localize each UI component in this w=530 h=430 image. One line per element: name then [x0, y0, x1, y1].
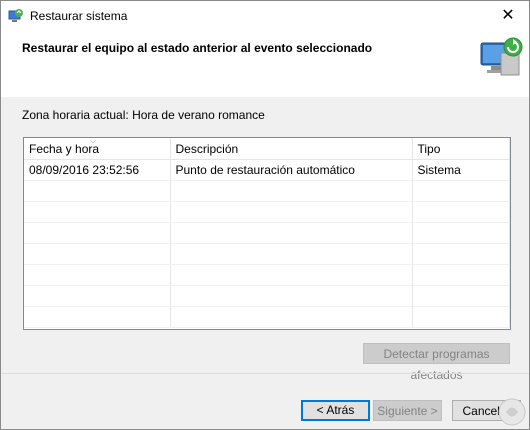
- empty-row: [24, 243, 510, 265]
- next-button[interactable]: Siguiente >: [373, 400, 442, 421]
- sort-arrow-icon: ⌵: [90, 136, 97, 145]
- column-header-description[interactable]: Descripción: [170, 138, 413, 160]
- computer-restore-icon: [480, 37, 523, 76]
- scan-affected-programs-button[interactable]: Detectar programas afectados: [363, 343, 510, 382]
- empty-row: [24, 201, 510, 223]
- close-button[interactable]: ✕: [493, 3, 523, 29]
- column-header-date[interactable]: ⌵ Fecha y hora: [24, 136, 171, 160]
- back-button[interactable]: < Atrás: [301, 400, 370, 421]
- window-title: Restaurar sistema: [30, 9, 128, 23]
- empty-row: [24, 222, 510, 244]
- timezone-label: Zona horaria actual: Hora de verano roma…: [22, 108, 265, 122]
- empty-row: [24, 306, 510, 328]
- empty-row: [24, 180, 510, 202]
- page-heading: Restaurar el equipo al estado anterior a…: [22, 41, 373, 55]
- column-header-type[interactable]: Tipo: [412, 138, 510, 160]
- empty-row: [24, 264, 510, 286]
- title-bar[interactable]: Restaurar sistema ✕: [1, 1, 529, 31]
- system-restore-icon: [8, 9, 23, 22]
- header-panel: Restaurar el equipo al estado anterior a…: [1, 31, 529, 97]
- cell-type: Sistema: [412, 159, 510, 181]
- footer-divider: [1, 373, 529, 374]
- empty-row: [24, 285, 510, 307]
- restore-points-list[interactable]: ⌵ Fecha y hora Descripción Tipo 08/09/20…: [23, 136, 511, 330]
- table-row[interactable]: 08/09/2016 23:52:56 Punto de restauració…: [24, 159, 510, 181]
- dialog-window: Restaurar sistema ✕ Restaurar el equipo …: [0, 0, 530, 430]
- cell-date: 08/09/2016 23:52:56: [24, 159, 171, 181]
- cell-description: Punto de restauración automático: [170, 159, 413, 181]
- watermark-logo: [498, 398, 526, 426]
